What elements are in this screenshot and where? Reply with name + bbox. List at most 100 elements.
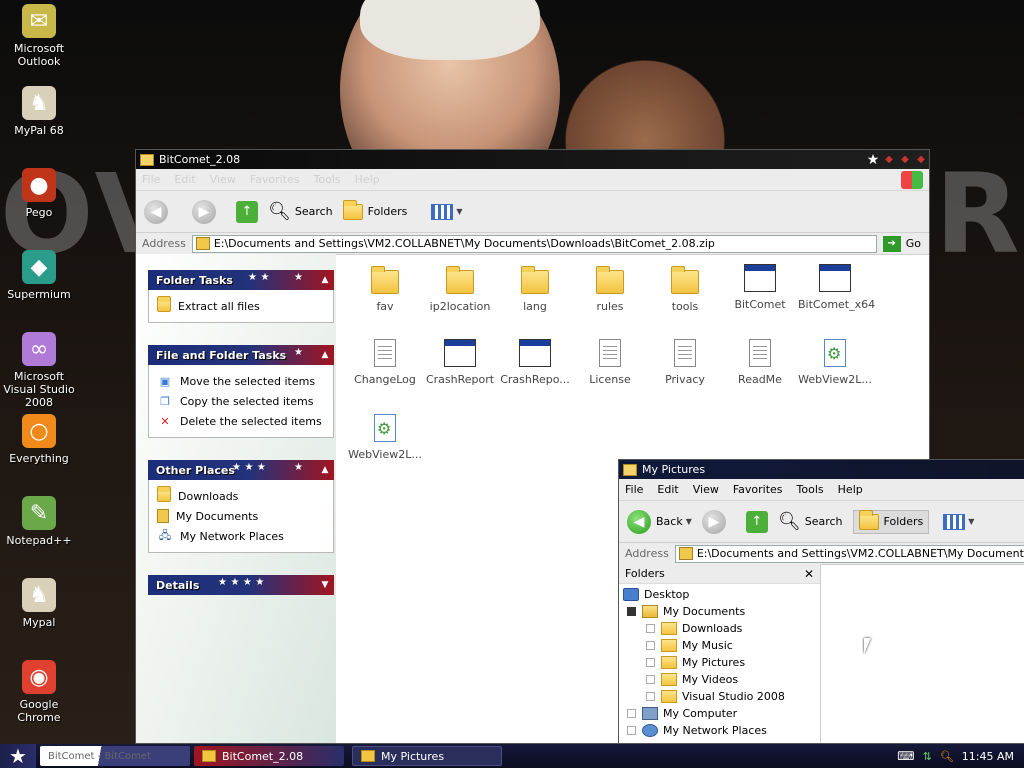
- expander-icon[interactable]: [646, 624, 655, 633]
- minimize-button[interactable]: ◆: [881, 152, 897, 167]
- desktop-icon-mypal[interactable]: ♞ Mypal: [0, 578, 78, 629]
- views-button[interactable]: ▼: [431, 203, 463, 220]
- folder-tasks-panel: Folder Tasks ★ ★ ★ ▲ Extract all files: [148, 270, 334, 323]
- menu-edit[interactable]: Edit: [174, 173, 195, 186]
- file-item[interactable]: BitComet: [723, 264, 797, 311]
- up-button[interactable]: ↑: [745, 510, 768, 533]
- keyboard-icon[interactable]: ⌨: [897, 749, 914, 763]
- views-button[interactable]: ▼: [943, 513, 974, 530]
- file-item[interactable]: CrashRepo...: [498, 339, 572, 386]
- file-item[interactable]: ChangeLog: [348, 339, 422, 386]
- search-tray-icon[interactable]: 🔍︎: [940, 750, 954, 763]
- desktop-icon-pego[interactable]: ● Pego: [0, 168, 78, 219]
- menu-edit[interactable]: Edit: [657, 483, 678, 496]
- copy-items-link[interactable]: ❐ Copy the selected items: [157, 391, 325, 411]
- menu-file[interactable]: File: [625, 483, 643, 496]
- other-place-network[interactable]: 🖧︎ My Network Places: [157, 526, 325, 546]
- desktop-icon-supermium[interactable]: ◆ Supermium: [0, 250, 78, 301]
- other-place-my-documents[interactable]: My Documents: [157, 506, 325, 526]
- file-item[interactable]: ReadMe: [723, 339, 797, 386]
- file-item[interactable]: Privacy: [648, 339, 722, 386]
- forward-button[interactable]: ▶: [701, 509, 726, 534]
- back-button[interactable]: ◀ Back ▼: [627, 509, 692, 534]
- taskbar-item-bitcomet[interactable]: BitComet_2.08: [194, 746, 344, 766]
- file-item[interactable]: tools: [648, 264, 722, 313]
- other-places-header[interactable]: Other Places ★ ★ ★ ★ ▲: [148, 460, 334, 480]
- expander-icon[interactable]: [646, 692, 655, 701]
- tree-item[interactable]: My Pictures: [619, 654, 820, 671]
- collapse-icon[interactable]: ▲: [316, 275, 334, 285]
- back-button[interactable]: ◀: [144, 199, 168, 224]
- title-bar[interactable]: BitComet_2.08 ★ ◆ ◆ ◆: [136, 150, 929, 169]
- tree-item[interactable]: My Computer: [619, 705, 820, 722]
- views-icon: [431, 203, 454, 220]
- tree-item[interactable]: My Network Places: [619, 722, 820, 739]
- collapse-icon[interactable]: ▲: [316, 350, 334, 360]
- desktop-icon-everything[interactable]: ○ Everything: [0, 414, 78, 465]
- tree-item[interactable]: Visual Studio 2008: [619, 688, 820, 705]
- desktop-icon-outlook[interactable]: ✉ Microsoft Outlook: [0, 4, 78, 68]
- expander-icon[interactable]: [646, 658, 655, 667]
- file-item[interactable]: lang: [498, 264, 572, 313]
- folder-tasks-header[interactable]: Folder Tasks ★ ★ ★ ▲: [148, 270, 334, 290]
- file-item[interactable]: License: [573, 339, 647, 386]
- tree-item[interactable]: Downloads: [619, 620, 820, 637]
- delete-items-link[interactable]: ✕ Delete the selected items: [157, 411, 325, 431]
- desktop-icon-visual-studio[interactable]: ∞ Microsoft Visual Studio 2008: [0, 332, 78, 409]
- close-button[interactable]: ◆: [913, 152, 929, 167]
- menu-file[interactable]: File: [142, 173, 160, 186]
- expander-icon[interactable]: [627, 726, 636, 735]
- up-button[interactable]: ↑: [236, 200, 258, 223]
- expander-icon[interactable]: [627, 709, 636, 718]
- details-header[interactable]: Details ★ ★ ★ ★ ▼: [148, 575, 334, 595]
- menu-help[interactable]: Help: [838, 483, 863, 496]
- search-button[interactable]: 🔍︎ Search: [778, 511, 843, 532]
- file-item[interactable]: WebView2L...: [348, 414, 422, 461]
- go-button[interactable]: ➔ Go: [882, 235, 921, 252]
- folders-button[interactable]: Folders: [852, 509, 930, 534]
- title-bar[interactable]: My Pictures: [619, 460, 1024, 479]
- taskbar-item-faded[interactable]: BitComet - BitComet: [40, 746, 190, 766]
- close-icon[interactable]: ✕: [804, 567, 814, 581]
- desktop-icon-chrome[interactable]: ◉ Google Chrome: [0, 660, 78, 724]
- address-input[interactable]: E:\Documents and Settings\VM2.COLLABNET\…: [191, 234, 877, 253]
- menu-view[interactable]: View: [693, 483, 719, 496]
- maximize-button[interactable]: ◆: [897, 152, 913, 167]
- file-item[interactable]: fav: [348, 264, 422, 313]
- file-item[interactable]: rules: [573, 264, 647, 313]
- search-button[interactable]: 🔍︎ Search: [268, 201, 333, 222]
- desktop-icon-mypal[interactable]: ♞ MyPal 68: [0, 86, 78, 137]
- menu-view[interactable]: View: [210, 173, 236, 186]
- menu-tools[interactable]: Tools: [797, 483, 824, 496]
- file-item[interactable]: ip2location: [423, 264, 497, 313]
- my-pictures-window[interactable]: My Pictures File Edit View Favorites Too…: [618, 459, 1024, 744]
- file-folder-tasks-header[interactable]: File and Folder Tasks ★ ▲: [148, 345, 334, 365]
- network-tray-icon[interactable]: ⇅: [923, 750, 932, 763]
- taskbar-item-my-pictures[interactable]: My Pictures: [352, 746, 502, 766]
- address-input[interactable]: E:\Documents and Settings\VM2.COLLABNET\…: [674, 544, 1024, 563]
- other-place-downloads[interactable]: Downloads: [157, 486, 325, 506]
- menu-favorites[interactable]: Favorites: [250, 173, 300, 186]
- menu-help[interactable]: Help: [355, 173, 380, 186]
- tree-item[interactable]: My Videos: [619, 671, 820, 688]
- expander-icon[interactable]: [646, 675, 655, 684]
- tree-item[interactable]: Desktop: [619, 586, 820, 603]
- extract-all-files-link[interactable]: Extract all files: [157, 296, 325, 316]
- menu-favorites[interactable]: Favorites: [733, 483, 783, 496]
- file-item[interactable]: WebView2L...: [798, 339, 872, 386]
- expander-icon[interactable]: [646, 641, 655, 650]
- expander-icon[interactable]: [627, 607, 636, 616]
- tree-item[interactable]: My Music: [619, 637, 820, 654]
- expand-icon[interactable]: ▼: [316, 580, 334, 590]
- file-item[interactable]: CrashReport: [423, 339, 497, 386]
- desktop-icon-notepadpp[interactable]: ✎ Notepad++: [0, 496, 78, 547]
- file-item[interactable]: BitComet_x64: [798, 264, 875, 311]
- tree-item[interactable]: My Documents: [619, 603, 820, 620]
- file-name: ChangeLog: [354, 373, 416, 386]
- folders-button[interactable]: Folders: [342, 199, 407, 220]
- start-button[interactable]: ★: [0, 744, 36, 768]
- collapse-icon[interactable]: ▲: [316, 465, 334, 475]
- menu-tools[interactable]: Tools: [314, 173, 341, 186]
- forward-button[interactable]: ▶: [192, 199, 216, 224]
- move-items-link[interactable]: ▣ Move the selected items: [157, 371, 325, 391]
